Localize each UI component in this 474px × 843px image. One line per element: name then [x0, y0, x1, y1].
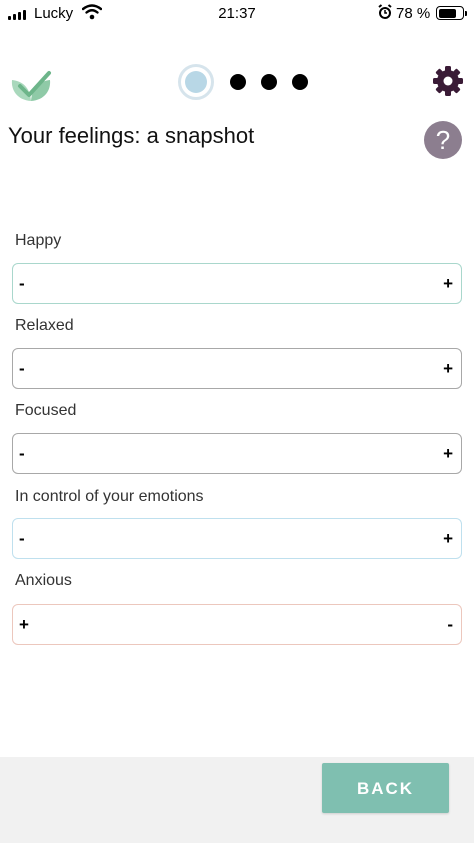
- gear-icon[interactable]: [432, 65, 464, 97]
- progress-step: [292, 74, 308, 90]
- slider-focused[interactable]: - +: [12, 433, 462, 474]
- feeling-label-anxious: Anxious: [15, 572, 72, 589]
- slider-relaxed[interactable]: - +: [12, 348, 462, 389]
- slider-max-label: -: [447, 615, 453, 634]
- slider-min-label: -: [19, 274, 25, 293]
- status-bar: Lucky 21:37 78 %: [0, 0, 474, 28]
- feeling-label-focused: Focused: [15, 402, 77, 419]
- back-button[interactable]: BACK: [322, 763, 449, 813]
- slider-min-label: -: [19, 359, 25, 378]
- progress-step-current: [178, 64, 214, 100]
- feeling-label-happy: Happy: [15, 232, 62, 249]
- slider-max-label: +: [443, 444, 453, 463]
- slider-max-label: +: [443, 529, 453, 548]
- app-logo: [11, 71, 51, 101]
- help-icon[interactable]: ?: [424, 121, 462, 159]
- alarm-icon: [378, 4, 392, 19]
- slider-happy[interactable]: - +: [12, 263, 462, 304]
- battery-percent: 78 %: [396, 5, 431, 22]
- progress-step: [261, 74, 277, 90]
- progress-step: [230, 74, 246, 90]
- slider-max-label: +: [443, 274, 453, 293]
- slider-min-label: +: [19, 615, 29, 634]
- slider-max-label: +: [443, 359, 453, 378]
- feeling-label-in-control: In control of your emotions: [15, 488, 204, 505]
- slider-in-control[interactable]: - +: [12, 518, 462, 559]
- slider-min-label: -: [19, 529, 25, 548]
- page-title: Your feelings: a snapshot: [8, 123, 255, 148]
- slider-anxious[interactable]: + -: [12, 604, 462, 645]
- battery-icon: [436, 6, 467, 20]
- feeling-label-relaxed: Relaxed: [15, 317, 74, 334]
- slider-min-label: -: [19, 444, 25, 463]
- progress-indicator: [178, 64, 312, 100]
